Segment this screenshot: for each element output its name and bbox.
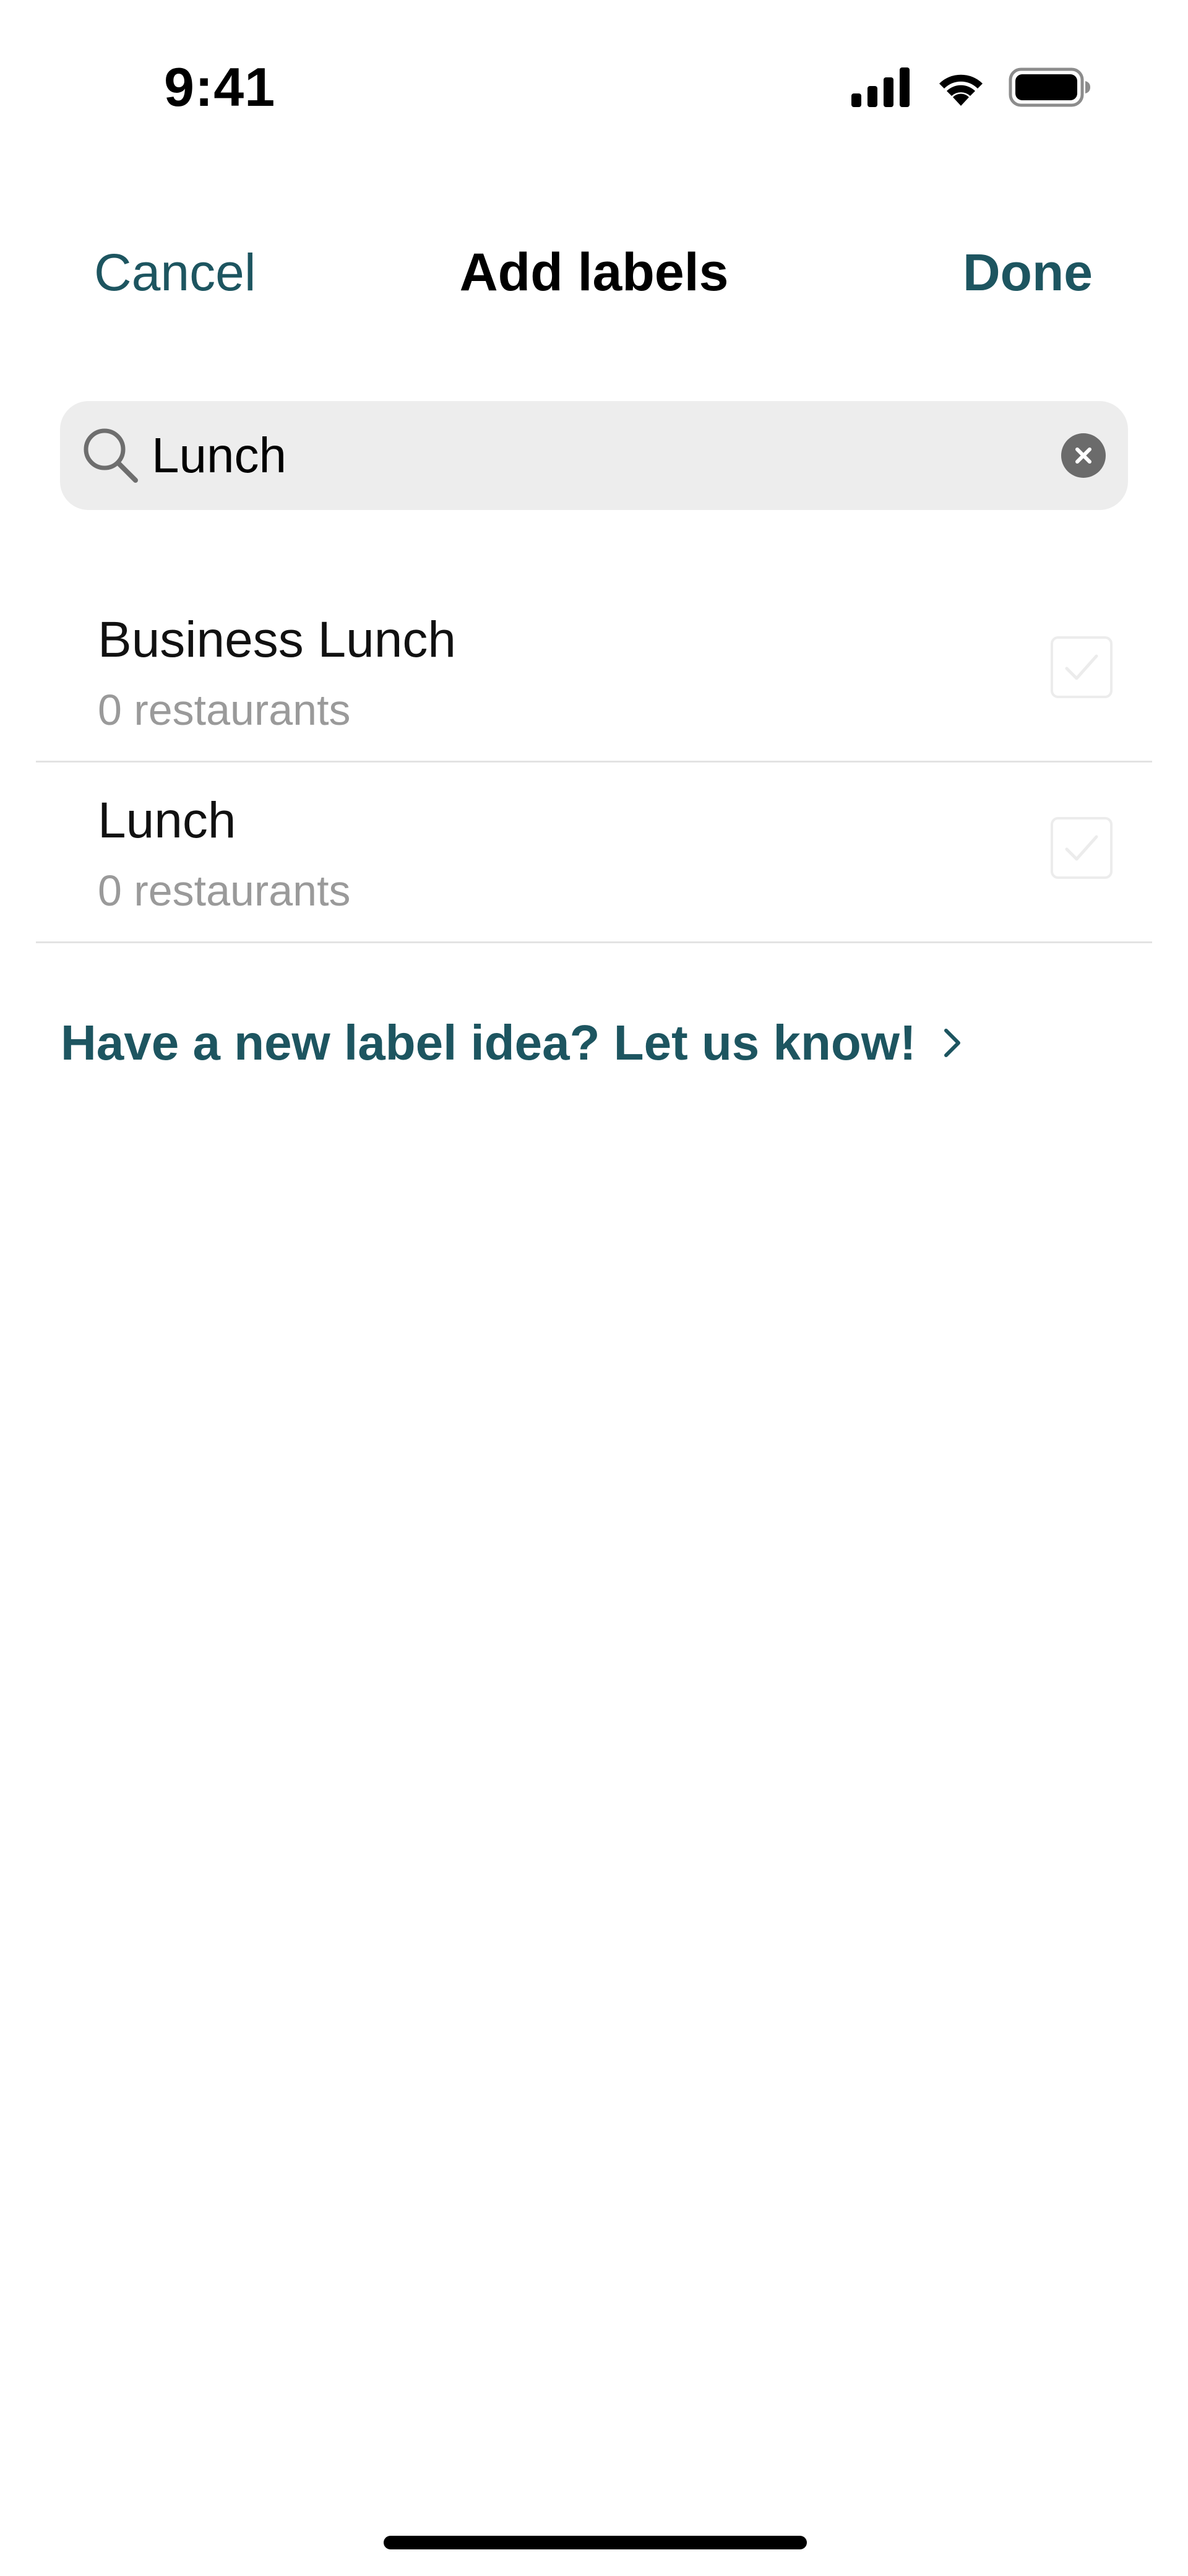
label-name: Lunch [98, 792, 236, 849]
clear-search-button[interactable] [1061, 433, 1106, 478]
label-count: 0 restaurants [98, 686, 351, 734]
label-list: Business Lunch 0 restaurants Lunch 0 res… [36, 582, 1152, 943]
feedback-text: Have a new label idea? Let us know! [61, 1015, 916, 1070]
home-indicator [384, 2536, 807, 2549]
label-row[interactable]: Lunch 0 restaurants [36, 763, 1152, 943]
signal-icon [851, 67, 910, 107]
status-time: 9:41 [164, 56, 276, 118]
label-checkbox[interactable] [1051, 817, 1113, 879]
done-button[interactable]: Done [963, 235, 1093, 309]
clear-icon [1075, 447, 1091, 464]
checkmark-icon [1065, 654, 1098, 680]
label-checkbox[interactable] [1051, 636, 1113, 698]
battery-icon [1009, 67, 1090, 107]
status-icons [851, 66, 1091, 109]
label-name: Business Lunch [98, 612, 456, 668]
wifi-icon [939, 74, 983, 106]
search-icon [84, 428, 138, 483]
nav-header: Cancel Add labels Done [0, 235, 1188, 309]
feedback-link[interactable]: Have a new label idea? Let us know! [61, 1009, 963, 1077]
search-bar [60, 401, 1128, 510]
search-input[interactable] [152, 418, 1018, 493]
chevron-right-icon [944, 1029, 960, 1057]
label-count: 0 restaurants [98, 867, 351, 915]
status-bar: 9:41 [0, 0, 1188, 142]
checkmark-icon [1065, 835, 1098, 861]
label-row[interactable]: Business Lunch 0 restaurants [36, 582, 1152, 763]
